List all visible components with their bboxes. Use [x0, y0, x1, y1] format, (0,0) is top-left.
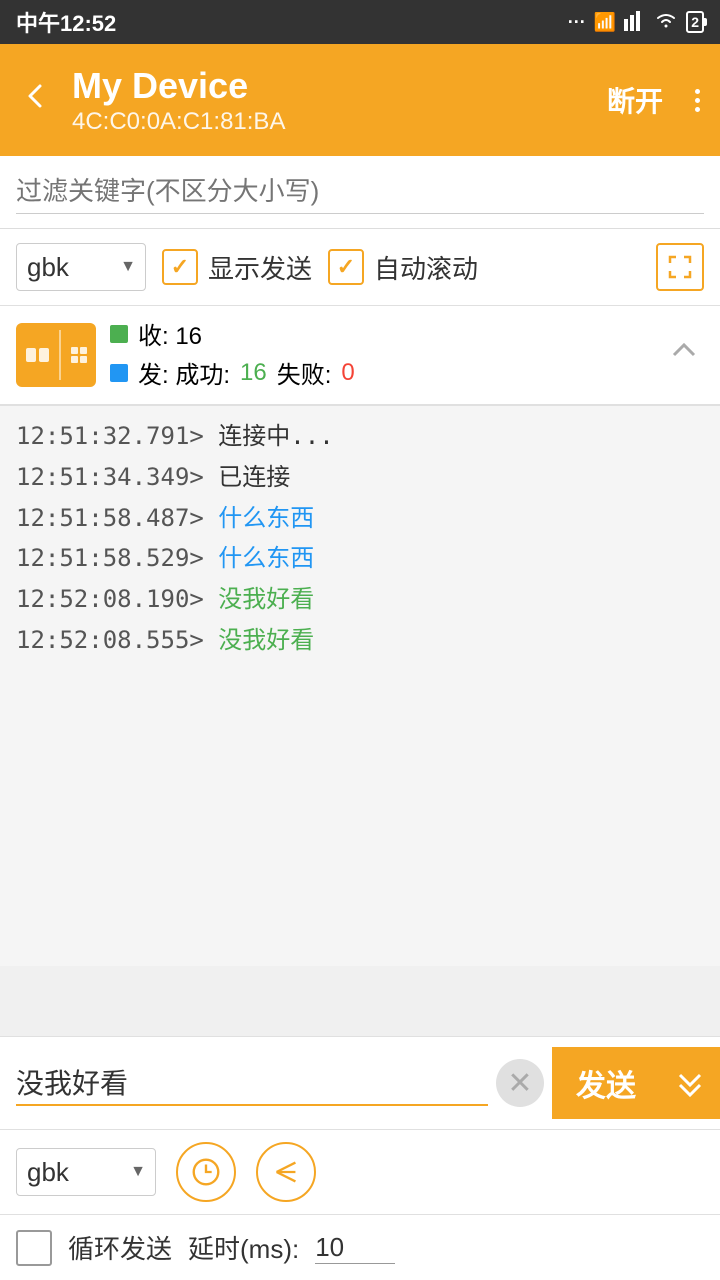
clear-icon: ✕ [507, 1066, 532, 1101]
pause-button[interactable] [26, 348, 49, 362]
bottom-area: ✕ 发送 gbk utf-8 ascii [0, 1036, 720, 1280]
message-input[interactable] [16, 1060, 488, 1106]
filter-input[interactable] [16, 170, 704, 214]
device-mac: 4C:C0:0A:C1:81:BA [72, 108, 583, 136]
send-success-count: 16 [240, 359, 267, 387]
send2-button[interactable] [256, 1142, 316, 1202]
auto-scroll-check-icon: ✓ [337, 254, 355, 280]
log-area: 12:51:32.791> 连接中...12:51:34.349> 已连接12:… [0, 406, 720, 966]
encoding-select[interactable]: gbk utf-8 ascii [16, 243, 146, 291]
collapse-button[interactable] [664, 331, 704, 379]
log-entry: 12:51:34.349> 已连接 [16, 457, 704, 498]
filter-bar [0, 156, 720, 229]
wifi-icon [654, 10, 678, 35]
auto-scroll-checkbox[interactable]: ✓ [328, 249, 364, 285]
stats-icons-panel [16, 323, 96, 387]
bottom-encoding-select[interactable]: gbk utf-8 ascii [16, 1148, 156, 1196]
battery-icon: 2 [686, 11, 704, 33]
log-entry: 12:52:08.190> 没我好看 [16, 579, 704, 620]
show-send-label: 显示发送 [208, 249, 312, 286]
log-entry: 12:52:08.555> 没我好看 [16, 620, 704, 661]
auto-scroll-label: 自动滚动 [374, 249, 478, 286]
back-button[interactable] [12, 71, 60, 129]
log-entry: 12:51:32.791> 连接中... [16, 416, 704, 457]
status-bar: 中午12:52 ··· 📶 2 [0, 0, 720, 44]
log-entry: 12:51:58.529> 什么东西 [16, 538, 704, 579]
send-fail-prefix: 失败: [277, 355, 332, 390]
stats-row: 收: 16 发: 成功: 16 失败: 0 [0, 306, 720, 406]
controls-row: gbk utf-8 ascii ✓ 显示发送 ✓ 自动滚动 [0, 229, 720, 306]
more-menu-button[interactable] [687, 81, 708, 120]
cellular-icon [624, 9, 646, 36]
show-send-check-icon: ✓ [171, 254, 189, 280]
fullscreen-button[interactable] [656, 243, 704, 291]
send-button[interactable]: 发送 [552, 1047, 660, 1119]
delay-input[interactable] [315, 1232, 395, 1264]
device-name: My Device [72, 64, 583, 107]
clear-log-button[interactable] [71, 347, 87, 363]
expand-down-button[interactable] [660, 1047, 720, 1119]
clear-input-button[interactable]: ✕ [496, 1059, 544, 1107]
send-fail-count: 0 [341, 359, 354, 387]
send-indicator [110, 364, 128, 382]
bottom-encoding-select-wrapper: gbk utf-8 ascii [16, 1148, 156, 1196]
receive-indicator [110, 325, 128, 343]
status-icons: ··· 📶 2 [568, 9, 704, 36]
loop-send-checkbox[interactable] [16, 1230, 52, 1266]
encoding-select-wrapper: gbk utf-8 ascii [16, 243, 146, 291]
disconnect-button[interactable]: 断开 [595, 72, 675, 128]
input-row: ✕ 发送 [0, 1037, 720, 1130]
auto-scroll-group: ✓ 自动滚动 [328, 249, 478, 286]
status-time: 中午12:52 [16, 6, 116, 38]
log-entry: 12:51:58.487> 什么东西 [16, 498, 704, 539]
signal-dots-icon: ··· [568, 12, 586, 33]
receive-stats: 收: 16 [110, 316, 664, 351]
bluetooth-icon: 📶 [594, 12, 616, 33]
send-stats: 发: 成功: 16 失败: 0 [110, 355, 664, 390]
loop-row: 循环发送 延时(ms): [0, 1215, 720, 1280]
show-send-checkbox[interactable]: ✓ [162, 249, 198, 285]
send-prefix: 发: 成功: [138, 355, 230, 390]
history-button[interactable] [176, 1142, 236, 1202]
show-send-group: ✓ 显示发送 [162, 249, 312, 286]
delay-label: 延时(ms): [188, 1229, 299, 1266]
loop-send-label: 循环发送 [68, 1229, 172, 1266]
bottom-controls: gbk utf-8 ascii [0, 1130, 720, 1215]
header-bar: My Device 4C:C0:0A:C1:81:BA 断开 [0, 44, 720, 156]
receive-label: 收: 16 [138, 316, 202, 351]
header-title: My Device 4C:C0:0A:C1:81:BA [72, 64, 583, 135]
stats-text: 收: 16 发: 成功: 16 失败: 0 [96, 316, 664, 394]
